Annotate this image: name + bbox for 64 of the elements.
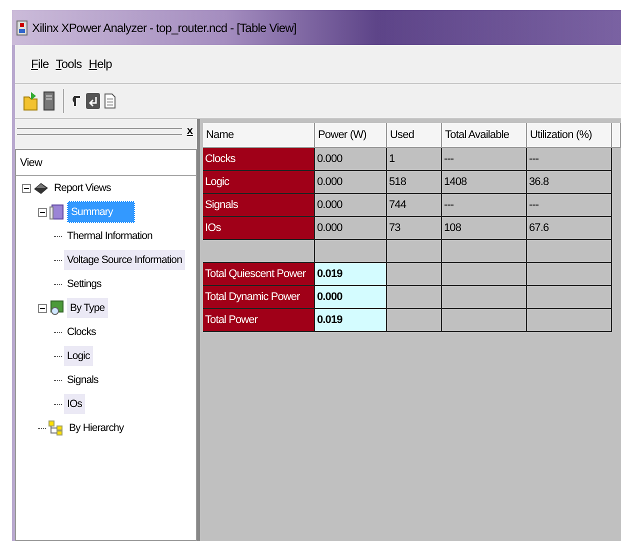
table-cell: 0.000 [315, 148, 387, 171]
hierarchy-icon [48, 420, 64, 436]
tree-item[interactable]: Settings [64, 274, 104, 294]
table-cell: --- [527, 148, 612, 171]
column-header [612, 123, 621, 148]
table-cell: 67.6 [527, 217, 612, 240]
table-cell: Total Power [203, 309, 315, 332]
tree-item[interactable]: Report Views [51, 178, 114, 198]
table-cell: 0.000 [315, 217, 387, 240]
table-cell: Clocks [203, 148, 315, 171]
tree-item[interactable]: By Type [67, 298, 108, 318]
tree-item[interactable]: Thermal Information [64, 226, 156, 246]
table-cell: Signals [203, 194, 315, 217]
table-cell [387, 263, 442, 286]
table-cell: 1408 [442, 171, 527, 194]
table-cell: Logic [203, 171, 315, 194]
back-arrow-icon[interactable] [86, 93, 100, 109]
table-cell: 518 [387, 171, 442, 194]
column-header[interactable]: Total Available [442, 123, 527, 148]
table-cell: 0.000 [315, 194, 387, 217]
column-header[interactable]: Name [203, 123, 315, 148]
collapse-icon[interactable] [38, 208, 47, 216]
table-cell: --- [442, 194, 527, 217]
menu-item[interactable]: Help [88, 57, 112, 71]
table-cell: 0.019 [315, 309, 387, 332]
table-cell [387, 309, 442, 332]
tree-item[interactable]: Logic [64, 346, 93, 366]
table-cell: 73 [387, 217, 442, 240]
collapse-icon[interactable] [22, 184, 31, 192]
book-icon [49, 204, 65, 220]
tree-item[interactable]: Signals [64, 370, 102, 390]
tree-item[interactable]: IOs [64, 394, 85, 414]
table-cell [387, 240, 442, 263]
chip-icon [33, 180, 49, 196]
app-icon [16, 20, 28, 36]
table-cell: 36.8 [527, 171, 612, 194]
tree-item[interactable]: By Hierarchy [66, 418, 127, 438]
table-cell [387, 286, 442, 309]
chart-magnifier-icon [49, 300, 65, 316]
window-title: Xilinx XPower Analyzer - top_router.ncd - [Table View] [32, 20, 296, 34]
table-cell: --- [442, 148, 527, 171]
hook-icon[interactable] [72, 94, 82, 108]
menu-item[interactable]: Tools [56, 57, 82, 71]
table-cell: 0.000 [315, 171, 387, 194]
table-cell [315, 240, 387, 263]
table-cell: 0.019 [315, 263, 387, 286]
document-icon[interactable] [43, 91, 55, 111]
column-header[interactable]: Used [387, 123, 442, 148]
column-header[interactable]: Utilization (%) [527, 123, 612, 148]
table-cell: 744 [387, 194, 442, 217]
menu-item[interactable]: File [31, 57, 49, 71]
table-cell: 1 [387, 148, 442, 171]
table-cell: IOs [203, 217, 315, 240]
table-cell: --- [527, 194, 612, 217]
close-button[interactable]: x [184, 125, 195, 137]
table-cell: 0.000 [315, 286, 387, 309]
tree-item[interactable]: Clocks [64, 322, 99, 342]
collapse-icon[interactable] [38, 304, 47, 312]
table-cell: Total Dynamic Power [203, 286, 315, 309]
column-header[interactable]: Power (W) [315, 123, 387, 148]
table-cell: 108 [442, 217, 527, 240]
table-cell: Total Quiescent Power [203, 263, 315, 286]
page-icon[interactable] [104, 93, 116, 109]
tree-item[interactable]: Voltage Source Information [64, 250, 185, 270]
